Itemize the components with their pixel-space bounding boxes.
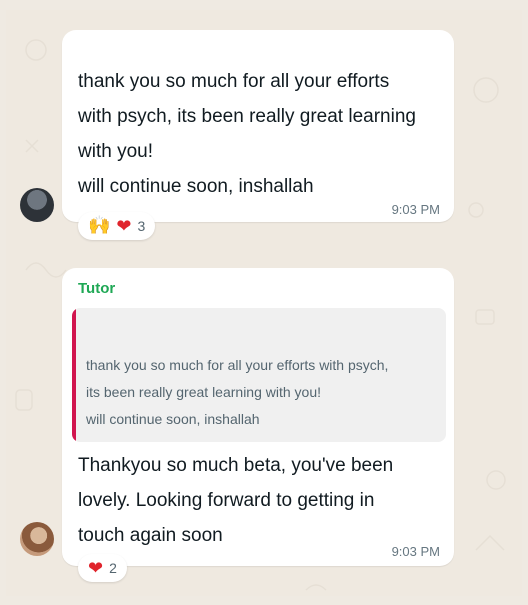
message-line: lovely. Looking forward to getting in: [78, 490, 375, 511]
message-timestamp: 9:03 PM: [391, 202, 440, 217]
sender-name: Tutor: [78, 280, 116, 297]
reaction-count: 3: [137, 218, 146, 234]
avatar[interactable]: [20, 522, 54, 556]
message-line: will continue soon, inshallah: [78, 176, 314, 197]
message-text: thank you so much for all your efforts w…: [78, 64, 438, 204]
avatar[interactable]: [20, 188, 54, 222]
quoted-text: thank you so much for all your efforts w…: [86, 352, 446, 433]
heart-icon: ❤: [116, 216, 132, 236]
message-line: Thankyou so much beta, you've been: [78, 455, 394, 476]
quote-accent-bar: [72, 308, 76, 442]
quoted-line: its been really great learning with you!: [86, 384, 322, 400]
quoted-message[interactable]: thank you so much for all your efforts w…: [72, 308, 446, 442]
heart-icon: ❤: [88, 558, 104, 578]
reaction-count: 2: [109, 560, 117, 576]
message-line: thank you so much for all your efforts: [78, 71, 390, 92]
quoted-line: thank you so much for all your efforts w…: [86, 357, 389, 373]
reactions-pill[interactable]: ❤ 2: [78, 554, 127, 582]
incoming-message-bubble[interactable]: thank you so much for all your efforts w…: [62, 30, 454, 222]
raised-hands-icon: 🙌: [88, 215, 111, 236]
message-text: Thankyou so much beta, you've been lovel…: [78, 448, 438, 553]
message-timestamp: 9:03 PM: [391, 544, 440, 559]
message-line: with psych, its been really great learni…: [78, 106, 416, 127]
reply-message-bubble[interactable]: Tutor thank you so much for all your eff…: [62, 268, 454, 566]
reactions-pill[interactable]: 🙌 ❤ 3: [78, 212, 156, 240]
message-line: touch again soon: [78, 525, 223, 546]
quoted-line: will continue soon, inshallah: [86, 411, 260, 427]
chat-background: thank you so much for all your efforts w…: [6, 10, 522, 596]
message-line: with you!: [78, 141, 153, 162]
